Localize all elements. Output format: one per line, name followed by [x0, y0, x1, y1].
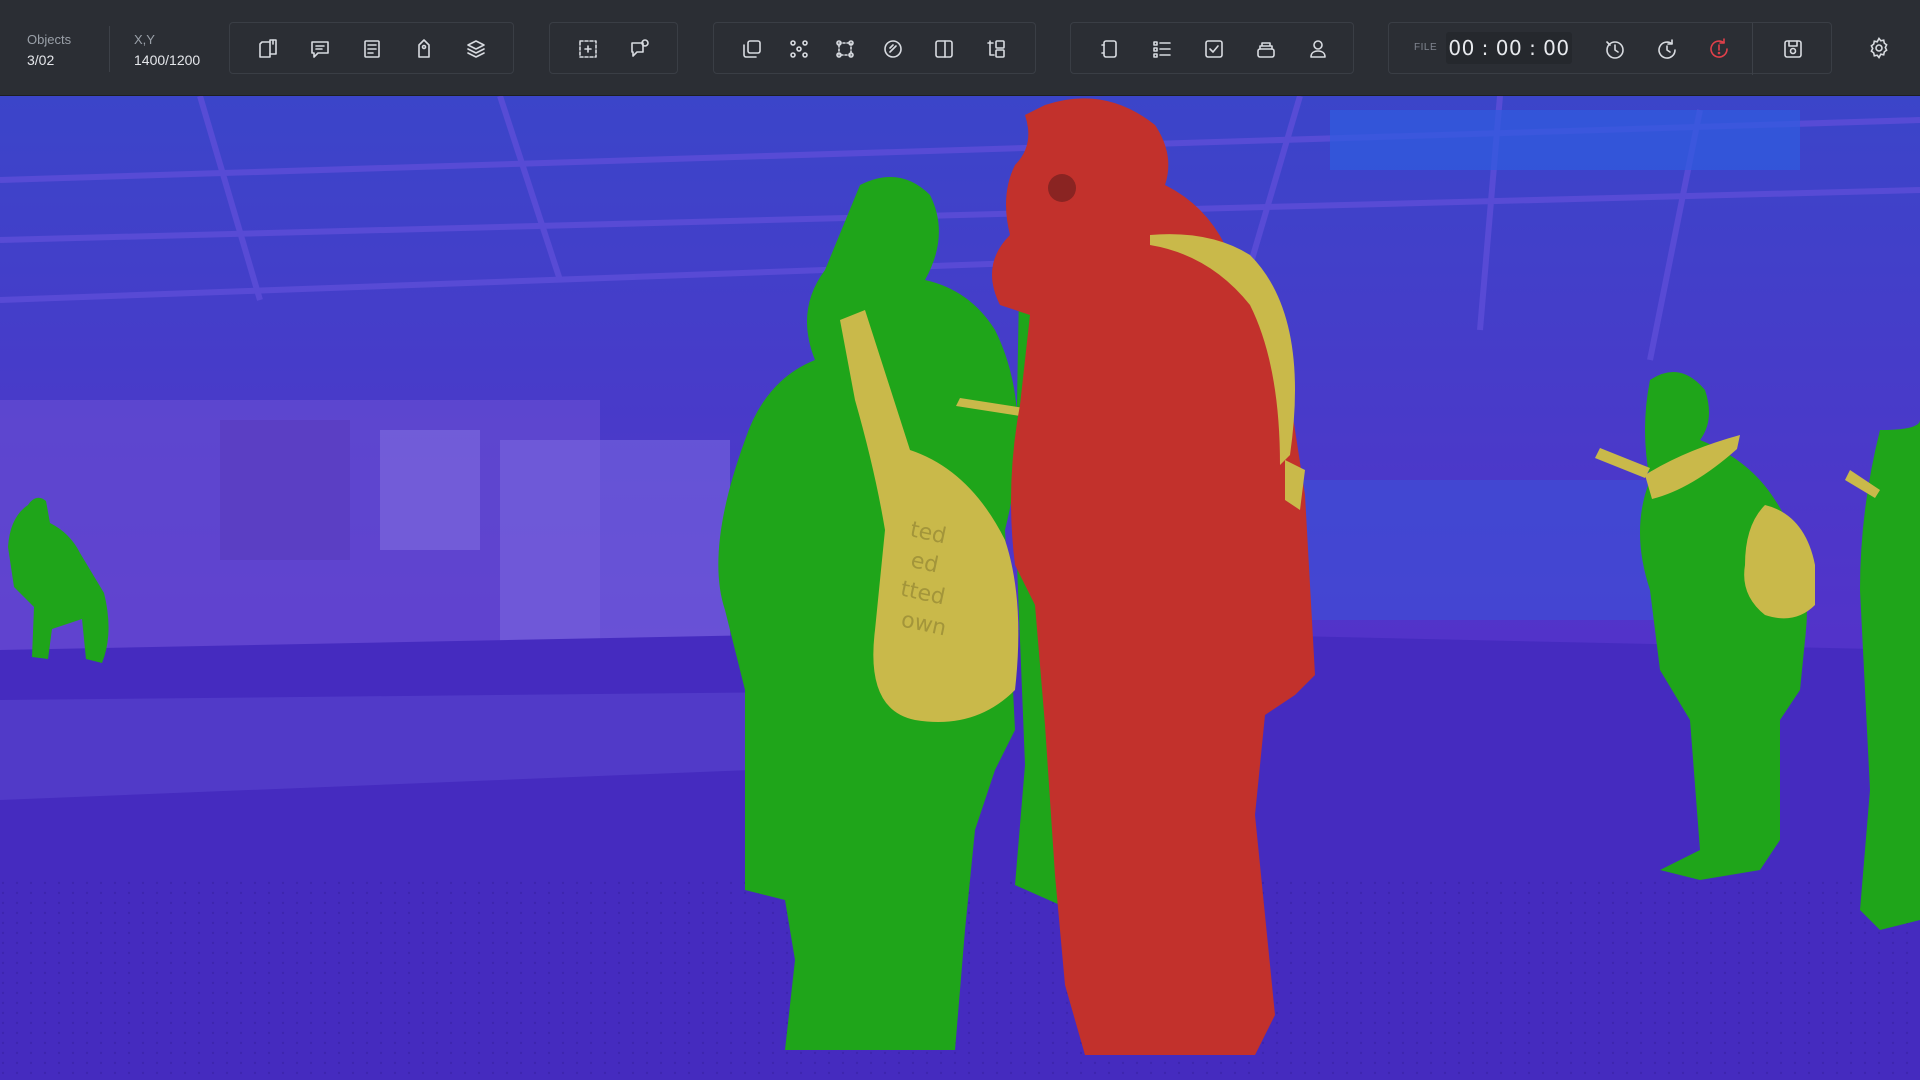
objects-counter: Objects 3/02 [27, 30, 71, 70]
redo-time-icon[interactable] [1652, 34, 1682, 64]
split-view-icon[interactable] [929, 34, 959, 64]
new-document-icon[interactable] [253, 34, 283, 64]
segmentation-overlay[interactable]: ted ed tted own [0, 96, 1920, 1080]
annotation-canvas[interactable]: ted ed tted own [0, 96, 1920, 1080]
top-toolbar: Objects 3/02 X,Y 1400/1200 FILE 00: 00 … [0, 0, 1920, 96]
bounding-box-icon[interactable] [830, 34, 860, 64]
select-region-icon[interactable] [573, 34, 603, 64]
toolbar-group-document [229, 22, 514, 74]
history-icon[interactable] [1600, 34, 1630, 64]
sky-region [1330, 110, 1800, 170]
stack-icon[interactable] [1251, 34, 1281, 64]
comment-icon[interactable] [305, 34, 335, 64]
copy-icon[interactable] [737, 34, 767, 64]
tag-icon[interactable] [409, 34, 439, 64]
comment-pin-icon[interactable] [625, 34, 655, 64]
checklist-icon[interactable] [1147, 34, 1177, 64]
layers-icon[interactable] [461, 34, 491, 64]
gear-icon[interactable] [1865, 34, 1893, 62]
divider [1752, 23, 1753, 75]
objects-label: Objects [27, 32, 72, 47]
toolbar-group-shapes [713, 22, 1036, 74]
file-label: FILE [1414, 42, 1438, 53]
alert-timer-icon[interactable] [1704, 34, 1734, 64]
xy-value: 1400/1200 [134, 52, 201, 68]
user-icon[interactable] [1303, 34, 1333, 64]
toolbar-group-review [1070, 22, 1354, 74]
objects-value: 3/02 [27, 52, 55, 68]
page-icon[interactable] [1095, 34, 1125, 64]
save-icon[interactable] [1778, 34, 1808, 64]
list-document-icon[interactable] [357, 34, 387, 64]
approve-icon[interactable] [1199, 34, 1229, 64]
mask-brush-icon[interactable] [878, 34, 908, 64]
cursor-coordinates: X,Y 1400/1200 [134, 30, 200, 70]
arrange-icon[interactable] [981, 34, 1011, 64]
divider [109, 26, 110, 72]
person-mask[interactable] [1860, 420, 1920, 930]
xy-label: X,Y [134, 32, 155, 47]
headphone-icon [1048, 174, 1076, 202]
polygon-points-icon[interactable] [784, 34, 814, 64]
toolbar-group-annotate [549, 22, 678, 74]
timer-display: 00 : 00 : 00 [1446, 32, 1572, 64]
